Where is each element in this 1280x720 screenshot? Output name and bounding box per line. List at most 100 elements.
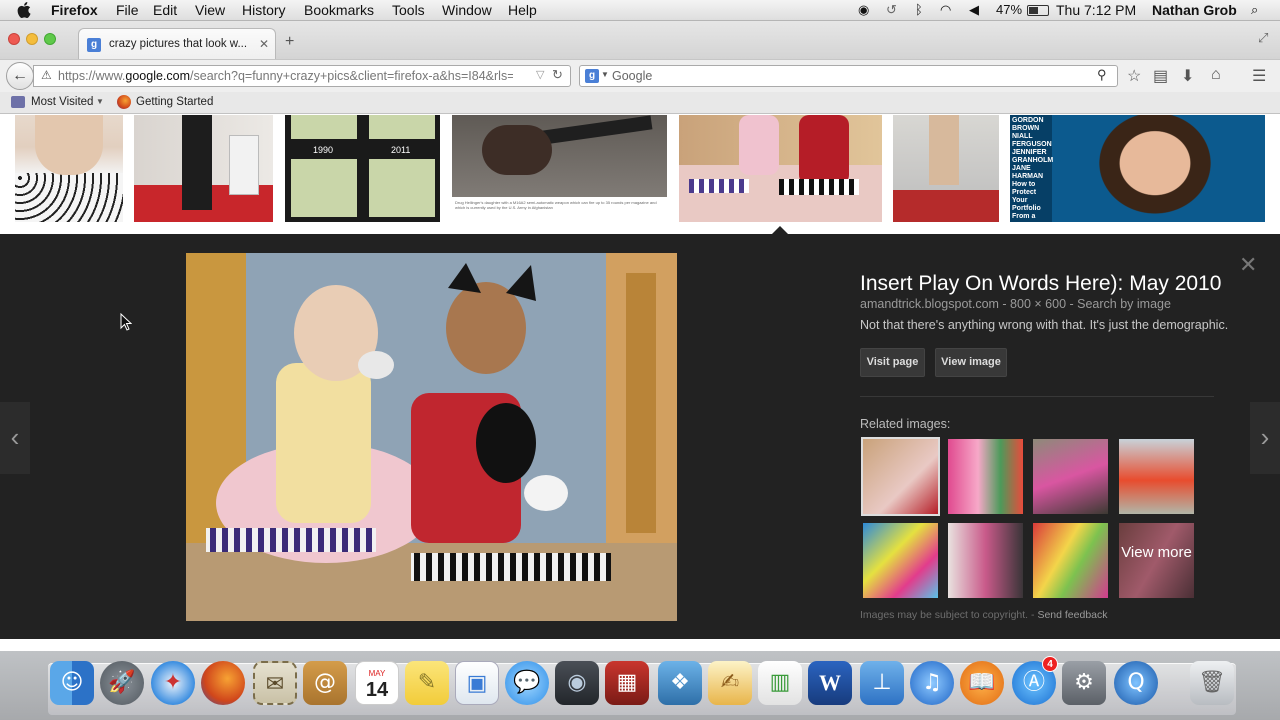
magazine-text: BROWN — [1012, 125, 1040, 132]
wifi-icon[interactable]: ◠ — [940, 2, 951, 18]
menu-hamburger-icon[interactable]: ☰ — [1252, 66, 1266, 86]
image-thumbnail[interactable]: GORDON BROWN NIALL FERGUSON JENNIFER GRANHOLM… — [1010, 115, 1265, 222]
reload-icon[interactable]: ↻ — [552, 67, 563, 83]
firefox-dock-icon[interactable] — [201, 661, 245, 705]
home-icon[interactable]: ⌂ — [1211, 66, 1221, 84]
window-minimize-button[interactable] — [26, 33, 38, 45]
related-image-thumbnail[interactable] — [1033, 439, 1108, 514]
search-magnifier-icon[interactable]: ⚲ — [1097, 67, 1107, 83]
search-input[interactable]: Google — [612, 69, 652, 83]
related-image-thumbnail[interactable] — [861, 437, 940, 516]
image-thumbnail[interactable]: 1990 2011 — [285, 115, 440, 222]
stickies-icon[interactable]: ✎ — [405, 661, 449, 705]
contacts-icon[interactable]: @ — [303, 661, 347, 705]
url-dropdown-icon[interactable]: ▽ — [536, 68, 544, 81]
search-engine-icon[interactable]: g — [585, 69, 599, 83]
related-image-thumbnail[interactable] — [1033, 523, 1108, 598]
related-images-label: Related images: — [860, 417, 951, 431]
numbers-icon[interactable]: ▥ — [758, 661, 802, 705]
image-thumbnail[interactable] — [134, 115, 273, 222]
quicktime-icon[interactable]: Q — [1114, 661, 1158, 705]
menubar-clock[interactable]: Thu 7:12 PM — [1056, 2, 1136, 18]
menu-help[interactable]: Help — [508, 2, 537, 18]
menu-file[interactable]: File — [116, 2, 139, 18]
volume-icon[interactable]: ◀ — [969, 2, 979, 18]
result-title[interactable]: Insert Play On Words Here): May 2010 — [860, 272, 1221, 296]
preview-image[interactable] — [186, 253, 677, 621]
itunes-icon[interactable]: ♫ — [910, 661, 954, 705]
image-thumbnail[interactable] — [893, 115, 999, 222]
window-close-button[interactable] — [8, 33, 20, 45]
menu-history[interactable]: History — [242, 2, 286, 18]
preview-icon[interactable]: ▣ — [455, 661, 499, 705]
image-thumbnail-selected[interactable] — [679, 115, 882, 222]
spotlight-icon[interactable]: ⌕ — [1251, 2, 1258, 18]
menu-view[interactable]: View — [195, 2, 225, 18]
thumbnail-rifle — [541, 115, 653, 145]
bluetooth-icon[interactable]: ᛒ — [915, 2, 923, 17]
back-button[interactable]: ← — [6, 62, 34, 90]
magazine-text: JANE — [1012, 165, 1031, 172]
new-tab-button[interactable]: + — [285, 33, 294, 51]
next-image-arrow[interactable]: › — [1250, 402, 1280, 474]
url-bar[interactable]: ⚠ https://www.google.com/search?q=funny+… — [33, 65, 571, 87]
menu-bookmarks[interactable]: Bookmarks — [304, 2, 374, 18]
battery-icon[interactable] — [1027, 5, 1049, 16]
site-identity-warning-icon[interactable]: ⚠ — [41, 68, 52, 82]
image-thumbnail[interactable]: Drug Hellinger's daughter with a M16A2 s… — [452, 115, 667, 222]
pages-icon[interactable]: ✍ — [708, 661, 752, 705]
close-preview-icon[interactable]: ✕ — [1239, 252, 1257, 278]
view-image-button[interactable]: View image — [935, 348, 1007, 377]
record-status-icon[interactable]: ◉ — [858, 2, 869, 18]
system-preferences-icon[interactable]: ⚙ — [1062, 661, 1106, 705]
tab-active[interactable]: g crazy pictures that look w... ✕ — [78, 28, 276, 60]
thumbnail-face — [1090, 115, 1220, 222]
view-more-tile[interactable]: View more — [1119, 523, 1194, 598]
url-text[interactable]: https://www.google.com/search?q=funny+cr… — [58, 69, 513, 83]
calendar-icon[interactable]: MAY 14 — [355, 661, 399, 705]
menu-tools[interactable]: Tools — [392, 2, 425, 18]
keynote-icon[interactable]: ⊥ — [860, 661, 904, 705]
downloads-icon[interactable]: ⬇ — [1181, 66, 1194, 86]
thumbnail-stand — [229, 135, 259, 195]
cartoon-panel — [291, 115, 357, 139]
send-feedback-link[interactable]: Send feedback — [1037, 609, 1107, 621]
trash-icon[interactable]: 🗑 — [1190, 661, 1234, 705]
photo-booth-icon[interactable]: ▦ — [605, 661, 649, 705]
word-icon[interactable]: W — [808, 661, 852, 705]
iphoto-icon[interactable]: ❖ — [658, 661, 702, 705]
related-image-thumbnail[interactable] — [948, 439, 1023, 514]
search-bar[interactable]: g ▼ Google ⚲ — [579, 65, 1118, 87]
chevron-right-icon: › — [1260, 422, 1270, 452]
time-machine-icon[interactable]: ↺ — [886, 2, 897, 18]
window-zoom-button[interactable] — [44, 33, 56, 45]
bookmark-star-icon[interactable]: ☆ — [1127, 66, 1141, 86]
battery-percent[interactable]: 47% — [996, 2, 1022, 17]
safari-icon[interactable]: ✦ — [151, 661, 195, 705]
bookmark-getting-started[interactable]: Getting Started — [136, 96, 213, 108]
chevron-down-icon[interactable]: ▼ — [96, 97, 104, 106]
bookmark-most-visited[interactable]: Most Visited — [31, 96, 93, 108]
related-image-thumbnail[interactable] — [948, 523, 1023, 598]
search-engine-dropdown-icon[interactable]: ▼ — [601, 70, 609, 79]
tab-close-icon[interactable]: ✕ — [259, 37, 269, 51]
fullscreen-icon[interactable]: ⤢ — [1258, 30, 1268, 46]
menu-app-name[interactable]: Firefox — [51, 2, 98, 18]
apple-menu-icon[interactable] — [17, 2, 31, 18]
visit-page-button[interactable]: Visit page — [860, 348, 925, 377]
related-image-thumbnail[interactable] — [1119, 439, 1194, 514]
firefox-icon — [117, 95, 131, 109]
menu-edit[interactable]: Edit — [153, 2, 177, 18]
ibooks-icon[interactable]: 📖 — [960, 661, 1004, 705]
related-image-thumbnail[interactable] — [863, 523, 938, 598]
previous-image-arrow[interactable]: ‹ — [0, 402, 30, 474]
messages-icon[interactable]: 💬 — [505, 661, 549, 705]
image-thumbnail[interactable] — [15, 115, 123, 222]
menubar-user[interactable]: Nathan Grob — [1152, 2, 1237, 18]
facetime-icon[interactable]: ◉ — [555, 661, 599, 705]
bookmarks-list-icon[interactable]: ▤ — [1153, 66, 1168, 86]
launchpad-icon[interactable]: 🚀 — [100, 661, 144, 705]
finder-icon[interactable]: ☺ — [50, 661, 94, 705]
menu-window[interactable]: Window — [442, 2, 492, 18]
mail-stamp-icon[interactable]: ✉ — [253, 661, 297, 705]
